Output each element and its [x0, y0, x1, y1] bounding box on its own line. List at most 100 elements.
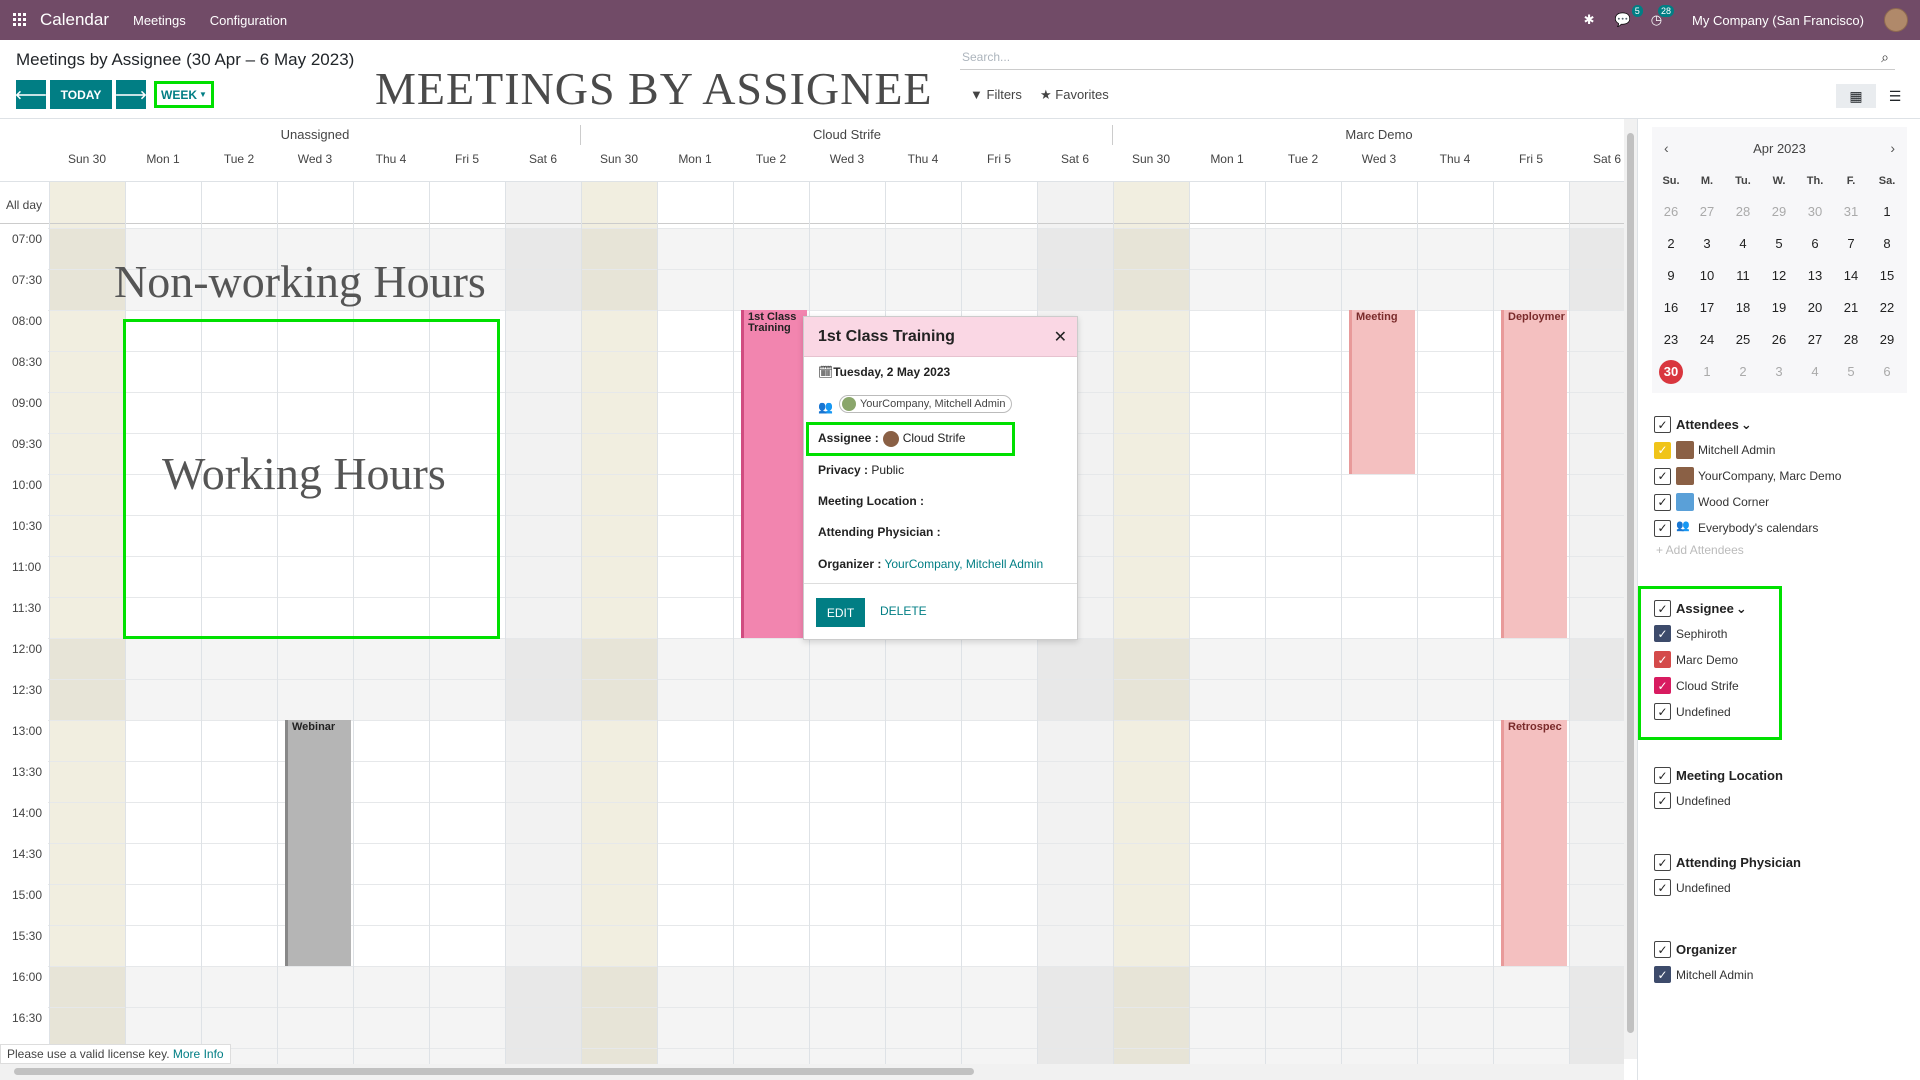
filter-item[interactable]: ✓ Mitchell Admin — [1654, 966, 1753, 983]
filter-item[interactable]: ✓ 👥 Everybody's calendars — [1654, 519, 1818, 537]
mini-calendar-day[interactable]: 19 — [1761, 300, 1797, 315]
menu-configuration[interactable]: Configuration — [210, 13, 287, 28]
checkbox[interactable]: ✓ — [1654, 767, 1671, 784]
mini-calendar-day[interactable]: 26 — [1761, 332, 1797, 347]
checkbox[interactable]: ✓ — [1654, 493, 1671, 511]
apps-menu-icon[interactable] — [0, 0, 40, 40]
mini-calendar-day[interactable]: 2 — [1653, 236, 1689, 251]
filter-section-title[interactable]: ✓ Attending Physician — [1654, 854, 1801, 871]
mini-calendar-day[interactable]: 14 — [1833, 268, 1869, 283]
mini-calendar-day[interactable]: 29 — [1869, 332, 1905, 347]
mini-calendar-day[interactable]: 5 — [1761, 236, 1797, 251]
filter-item[interactable]: ✓ Mitchell Admin — [1654, 441, 1775, 459]
app-title[interactable]: Calendar — [40, 10, 109, 30]
mini-calendar-day[interactable]: 11 — [1725, 268, 1761, 283]
search-input[interactable]: Search... ⌕ — [960, 46, 1895, 70]
mini-calendar-day[interactable]: 7 — [1833, 236, 1869, 251]
event-1st-class-training[interactable]: 1st Class Training — [741, 310, 807, 638]
search-icon[interactable]: ⌕ — [1881, 49, 1889, 66]
mini-calendar-day[interactable]: 10 — [1689, 268, 1725, 283]
scroll-thumb[interactable] — [1627, 133, 1634, 1033]
filter-item[interactable]: ✓ Wood Corner — [1654, 493, 1769, 511]
organizer-link[interactable]: YourCompany, Mitchell Admin — [884, 557, 1043, 571]
mini-calendar-day[interactable]: 26 — [1653, 204, 1689, 219]
mini-calendar-day[interactable]: 4 — [1725, 236, 1761, 251]
mini-calendar-day[interactable]: 27 — [1689, 204, 1725, 219]
mini-calendar-day[interactable]: 21 — [1833, 300, 1869, 315]
scroll-thumb[interactable] — [14, 1068, 974, 1075]
mini-calendar-day[interactable]: 5 — [1833, 364, 1869, 379]
mini-calendar-day[interactable]: 22 — [1869, 300, 1905, 315]
event-meeting[interactable]: Meeting — [1349, 310, 1415, 474]
checkbox[interactable]: ✓ — [1654, 879, 1671, 896]
attendee-tag[interactable]: YourCompany, Mitchell Admin — [838, 395, 1013, 413]
checkbox[interactable]: ✓ — [1654, 441, 1671, 459]
mini-calendar-day[interactable]: 1 — [1689, 364, 1725, 379]
next-button[interactable]: 🡒 — [115, 80, 147, 109]
mini-calendar-day[interactable]: 20 — [1797, 300, 1833, 315]
mini-calendar-day[interactable]: 23 — [1653, 332, 1689, 347]
mini-calendar-day[interactable]: 30 — [1653, 364, 1689, 379]
mini-calendar-day[interactable]: 30 — [1797, 204, 1833, 219]
favorites-button[interactable]: ★ Favorites — [1040, 87, 1109, 103]
mini-calendar-day[interactable]: 25 — [1725, 332, 1761, 347]
horizontal-scrollbar[interactable] — [0, 1064, 1624, 1080]
checkbox[interactable]: ✓ — [1654, 941, 1671, 958]
mini-calendar-day[interactable]: 2 — [1725, 364, 1761, 379]
today-button[interactable]: TODAY — [50, 80, 112, 109]
add-attendees-link[interactable]: + Add Attendees — [1656, 543, 1744, 557]
chevron-right-icon[interactable]: › — [1890, 140, 1895, 156]
scale-dropdown[interactable]: WEEK ▼ — [154, 81, 214, 108]
checkbox[interactable]: ✓ — [1654, 854, 1671, 871]
activity-icon[interactable]: ◷ 28 — [1651, 5, 1675, 28]
mini-calendar-day[interactable]: 29 — [1761, 204, 1797, 219]
mini-calendar-day[interactable]: 3 — [1761, 364, 1797, 379]
mini-calendar-day[interactable]: 1 — [1869, 204, 1905, 219]
close-icon[interactable]: ✕ — [1054, 327, 1067, 347]
mini-calendar-day[interactable]: 31 — [1833, 204, 1869, 219]
checkbox[interactable]: ✓ — [1654, 416, 1671, 433]
filter-item[interactable]: ✓ Undefined — [1654, 879, 1731, 896]
bug-icon[interactable]: ✱ — [1584, 12, 1595, 28]
filter-section-title[interactable]: ✓ Organizer — [1654, 941, 1737, 958]
mini-calendar-day[interactable]: 3 — [1689, 236, 1725, 251]
event-retrospective[interactable]: Retrospec — [1501, 720, 1567, 966]
mini-calendar-day[interactable]: 6 — [1869, 364, 1905, 379]
mini-calendar-day[interactable]: 16 — [1653, 300, 1689, 315]
event-webinar[interactable]: Webinar — [285, 720, 351, 966]
filter-item[interactable]: ✓ Undefined — [1654, 792, 1731, 809]
prev-button[interactable]: 🡐 — [15, 80, 47, 109]
checkbox[interactable]: ✓ — [1654, 519, 1671, 537]
checkbox[interactable]: ✓ — [1654, 467, 1671, 485]
mini-calendar-day[interactable]: 13 — [1797, 268, 1833, 283]
mini-calendar-day[interactable]: 8 — [1869, 236, 1905, 251]
more-info-link[interactable]: More Info — [173, 1047, 224, 1061]
menu-meetings[interactable]: Meetings — [133, 13, 186, 28]
mini-calendar-day[interactable]: 9 — [1653, 268, 1689, 283]
list-view-button[interactable]: ☰ — [1876, 84, 1914, 108]
filter-section-title[interactable]: ✓ Attendees ⌄ — [1654, 416, 1752, 433]
chevron-down-icon[interactable]: ⌄ — [1741, 417, 1752, 433]
company-switcher[interactable]: My Company (San Francisco) — [1692, 13, 1864, 28]
edit-button[interactable]: EDIT — [816, 598, 865, 627]
chat-icon[interactable]: 💬 5 — [1615, 5, 1643, 28]
vertical-scrollbar[interactable] — [1624, 119, 1637, 1059]
event-deployment[interactable]: Deploymer — [1501, 310, 1567, 638]
filter-section-title[interactable]: ✓ Meeting Location — [1654, 767, 1783, 784]
mini-calendar-day[interactable]: 18 — [1725, 300, 1761, 315]
filter-item[interactable]: ✓ YourCompany, Marc Demo — [1654, 467, 1841, 485]
mini-calendar-day[interactable]: 28 — [1833, 332, 1869, 347]
mini-calendar-day[interactable]: 17 — [1689, 300, 1725, 315]
mini-calendar-day[interactable]: 12 — [1761, 268, 1797, 283]
mini-calendar-day[interactable]: 6 — [1797, 236, 1833, 251]
checkbox[interactable]: ✓ — [1654, 966, 1671, 983]
calendar-view-button[interactable]: ▦ — [1836, 84, 1876, 108]
delete-button[interactable]: DELETE — [880, 604, 927, 618]
user-avatar[interactable] — [1884, 8, 1908, 32]
filters-button[interactable]: ▼ Filters — [970, 87, 1022, 102]
mini-calendar-day[interactable]: 4 — [1797, 364, 1833, 379]
mini-calendar-day[interactable]: 27 — [1797, 332, 1833, 347]
mini-calendar-day[interactable]: 28 — [1725, 204, 1761, 219]
mini-calendar-day[interactable]: 15 — [1869, 268, 1905, 283]
checkbox[interactable]: ✓ — [1654, 792, 1671, 809]
